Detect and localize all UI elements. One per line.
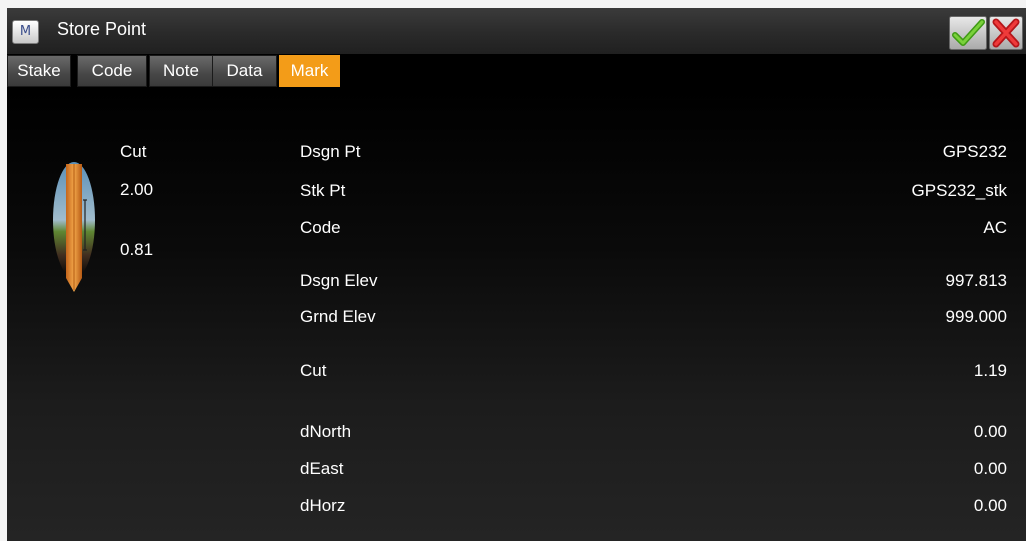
stake-icon <box>52 160 96 294</box>
red-x-icon <box>989 16 1023 50</box>
tab-note[interactable]: Note <box>149 55 213 87</box>
tab-stake[interactable]: Stake <box>7 55 71 87</box>
accept-button[interactable] <box>949 16 987 50</box>
delta-east-value: 0.00 <box>973 459 1007 478</box>
design-point-value: GPS232 <box>942 142 1007 161</box>
tab-mark[interactable]: Mark <box>279 55 340 87</box>
stake-point-value: GPS232_stk <box>911 181 1007 200</box>
tab-code[interactable]: Code <box>77 55 147 87</box>
tab-data[interactable]: Data <box>212 55 277 87</box>
app-menu-icon[interactable]: M <box>12 20 39 44</box>
cut-field-label: Cut <box>300 361 327 380</box>
delta-north-label: dNorth <box>300 422 352 441</box>
ground-elevation-value: 999.000 <box>945 307 1007 326</box>
ground-elevation-label: Grnd Elev <box>300 307 376 326</box>
delta-horizontal-label: dHorz <box>300 496 346 515</box>
window-title: Store Point <box>57 19 147 39</box>
delta-east-label: dEast <box>300 459 344 478</box>
mark-panel: Cut 2.00 0.81 Dsgn Pt GPS232 Stk Pt GPS2… <box>7 88 1026 541</box>
app-screen: M Store Point Stake Code Note Data Mark … <box>7 8 1026 541</box>
title-bar: M Store Point <box>7 8 1026 54</box>
green-checkmark-icon <box>949 16 987 50</box>
ground-offset-value: 0.81 <box>120 240 154 259</box>
cancel-button[interactable] <box>989 16 1023 50</box>
cut-label: Cut <box>120 142 147 161</box>
design-point-label: Dsgn Pt <box>300 142 361 161</box>
delta-horizontal-value: 0.00 <box>973 496 1007 515</box>
stake-point-label: Stk Pt <box>300 181 346 200</box>
design-elevation-value: 997.813 <box>945 271 1007 290</box>
code-value: AC <box>983 218 1007 237</box>
stake-cut-value: 2.00 <box>120 180 154 199</box>
cut-field-value: 1.19 <box>973 361 1007 380</box>
design-elevation-label: Dsgn Elev <box>300 271 378 290</box>
code-label: Code <box>300 218 341 237</box>
delta-north-value: 0.00 <box>973 422 1007 441</box>
